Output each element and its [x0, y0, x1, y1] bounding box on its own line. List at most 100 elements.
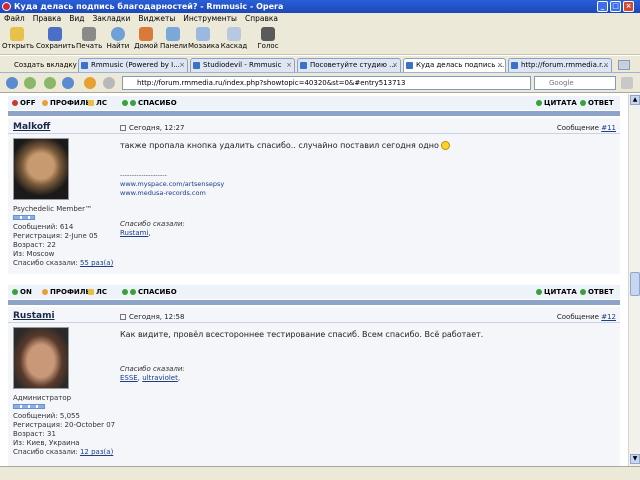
- tab-label: http://forum.rmmedia.r...: [521, 61, 609, 69]
- tab-forum-link[interactable]: http://forum.rmmedia.r... ×: [508, 58, 612, 72]
- scroll-up-icon[interactable]: ▲: [630, 95, 640, 105]
- close-button[interactable]: ×: [623, 1, 634, 12]
- thumbs-icon: [130, 289, 136, 295]
- folder-icon: [10, 27, 24, 41]
- search-input[interactable]: Google: [534, 76, 616, 90]
- menu-tools[interactable]: Инструменты: [179, 13, 241, 25]
- post-number-link[interactable]: #12: [601, 313, 616, 321]
- tab-studio-advice[interactable]: Посоветуйте студию ... ×: [297, 58, 401, 72]
- tab-rmmusic[interactable]: Rmmusic (Powered by I... ×: [78, 58, 188, 72]
- tab-close-icon[interactable]: ×: [603, 59, 609, 72]
- thanks-said-link[interactable]: 55 раз(а): [80, 259, 113, 267]
- tab-favicon: [406, 62, 413, 69]
- profile-label: ПРОФИЛЬ: [50, 99, 91, 107]
- tab-close-icon[interactable]: ×: [497, 59, 503, 72]
- open-button[interactable]: Открыть: [2, 27, 34, 50]
- cascade-icon: [227, 27, 241, 41]
- post-author[interactable]: Rustami: [13, 311, 55, 321]
- menu-bar: Файл Правка Вид Закладки Виджеты Инструменты С…: [0, 13, 640, 25]
- minimize-button[interactable]: _: [597, 1, 608, 12]
- menu-file[interactable]: Файл: [0, 13, 29, 25]
- profile-icon: [42, 100, 48, 106]
- forward-arrow-icon-2[interactable]: [62, 77, 74, 89]
- profile-button[interactable]: ПРОФИЛЬ: [42, 285, 91, 299]
- thanks-user-link[interactable]: ESSE: [120, 374, 138, 382]
- panels-button[interactable]: Панели: [160, 27, 187, 50]
- voice-button[interactable]: Голос: [256, 27, 280, 50]
- quote-button[interactable]: ЦИТАТА: [536, 96, 577, 110]
- vertical-scrollbar[interactable]: ▲ ▼: [628, 94, 640, 466]
- thanks-user-link[interactable]: ultraviolet: [142, 374, 178, 382]
- new-tab-button[interactable]: Создать вкладку: [0, 58, 77, 72]
- signature-link[interactable]: www.myspace.com/artsensepsy: [120, 180, 224, 188]
- voice-icon: [261, 27, 275, 41]
- address-bar: http://forum.rmmedia.ru/index.php?showto…: [0, 73, 640, 93]
- thanks-user-link[interactable]: Rustami: [120, 229, 148, 237]
- tab-close-icon[interactable]: ×: [179, 59, 185, 72]
- edit-icon[interactable]: [103, 77, 115, 89]
- menu-help[interactable]: Справка: [241, 13, 282, 25]
- post-author[interactable]: Malkoff: [13, 122, 50, 132]
- back-arrow-icon[interactable]: [6, 77, 18, 89]
- trash-icon[interactable]: [618, 60, 630, 70]
- thanks-list: Спасибо сказали: Rustami,: [120, 220, 185, 237]
- binoculars-icon[interactable]: [621, 77, 633, 89]
- quote-button[interactable]: ЦИТАТА: [536, 285, 577, 299]
- tab-favicon: [193, 62, 200, 69]
- save-button[interactable]: Сохранить: [36, 27, 75, 50]
- tab-close-icon[interactable]: ×: [286, 59, 292, 72]
- cascade-button[interactable]: Каскад: [220, 27, 248, 50]
- thanks-button[interactable]: СПАСИБО: [122, 96, 177, 110]
- post: Malkoff Сегодня, 12:27 Сообщение #11 Psy…: [8, 118, 620, 274]
- print-button[interactable]: Печать: [76, 27, 102, 50]
- reply-button[interactable]: ОТВЕТ: [580, 285, 614, 299]
- tab-studiodevil[interactable]: Studiodevil - Rmmusic ×: [190, 58, 295, 72]
- offline-icon: [12, 100, 18, 106]
- back-arrow-icon-2[interactable]: [24, 77, 36, 89]
- find-button[interactable]: Найти: [106, 27, 130, 50]
- maximize-button[interactable]: □: [610, 1, 621, 12]
- user-title: Администратор: [13, 394, 72, 402]
- reply-button[interactable]: ОТВЕТ: [580, 96, 614, 110]
- post-action-bar: ON ПРОФИЛЬ ЛС СПАСИБО ЦИТАТА ОТВЕТ: [8, 285, 620, 299]
- post-signature: -------------------- www.myspace.com/art…: [120, 171, 224, 198]
- quote-label: ЦИТАТА: [544, 288, 577, 296]
- tab-current[interactable]: Куда делась подпись ... ×: [403, 58, 506, 72]
- user-registered: Регистрация: 2-June 05: [13, 232, 98, 240]
- profile-button[interactable]: ПРОФИЛЬ: [42, 96, 91, 110]
- tile-button[interactable]: Мозаика: [188, 27, 219, 50]
- pm-label: ЛС: [96, 99, 107, 107]
- tab-label: Куда делась подпись ...: [416, 61, 505, 69]
- printer-icon: [82, 27, 96, 41]
- print-label: Печать: [76, 42, 103, 50]
- post-date-text: Сегодня, 12:58: [129, 313, 185, 321]
- scroll-thumb[interactable]: [630, 272, 640, 296]
- post-number: Сообщение #11: [557, 124, 616, 132]
- thanks-said-link[interactable]: 12 раз(а): [80, 448, 113, 456]
- menu-edit[interactable]: Правка: [29, 13, 66, 25]
- home-icon: [139, 27, 153, 41]
- quote-icon: [536, 100, 542, 106]
- menu-view[interactable]: Вид: [65, 13, 88, 25]
- menu-widgets[interactable]: Виджеты: [134, 13, 179, 25]
- user-registered: Регистрация: 20-October 07: [13, 421, 116, 429]
- separator-bar: [8, 111, 620, 116]
- menu-bookmarks[interactable]: Закладки: [89, 13, 135, 25]
- forward-arrow-icon[interactable]: [44, 77, 56, 89]
- tab-close-icon[interactable]: ×: [392, 59, 398, 72]
- scroll-down-icon[interactable]: ▼: [630, 454, 640, 464]
- pm-button[interactable]: ЛС: [88, 285, 107, 299]
- thanks-list: Спасибо сказали: ESSE, ultraviolet,: [120, 365, 185, 382]
- envelope-icon: [88, 289, 94, 295]
- thanks-button[interactable]: СПАСИБО: [122, 285, 177, 299]
- open-label: Открыть: [2, 42, 34, 50]
- signature-link[interactable]: www.medusa-records.com: [120, 189, 206, 197]
- post-number-link[interactable]: #11: [601, 124, 616, 132]
- url-input[interactable]: http://forum.rmmedia.ru/index.php?showto…: [122, 76, 531, 90]
- panels-icon: [166, 27, 180, 41]
- find-label: Найти: [106, 42, 130, 50]
- user-location: Из: Киев, Украина: [13, 439, 80, 447]
- reload-icon[interactable]: [84, 77, 96, 89]
- pm-button[interactable]: ЛС: [88, 96, 107, 110]
- home-button[interactable]: Домой: [134, 27, 158, 50]
